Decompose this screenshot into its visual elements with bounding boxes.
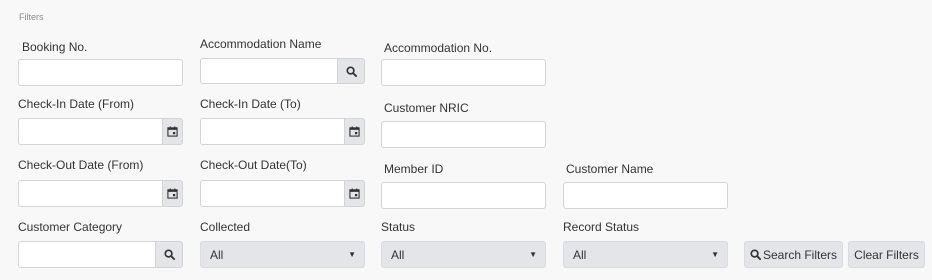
member-id-input[interactable] [382,183,545,208]
booking-no-input[interactable] [19,60,182,85]
booking-no-label: Booking No. [22,40,88,54]
calendar-icon [349,126,360,137]
customer-category-input[interactable] [19,242,155,267]
record-status-select[interactable]: All ▼ [563,241,728,268]
search-icon [345,65,357,77]
checkout-from-field[interactable] [18,180,162,207]
clear-filters-label: Clear Filters [854,247,919,262]
accommodation-name-field[interactable] [200,58,337,84]
search-icon [163,249,175,260]
clear-filters-button[interactable]: Clear Filters [848,241,925,268]
customer-category-field[interactable] [18,241,155,268]
caret-down-icon: ▼ [348,250,356,259]
checkin-to-group [200,118,365,145]
checkin-to-input[interactable] [201,119,344,144]
search-filters-button[interactable]: Search Filters [744,241,843,268]
accommodation-name-input[interactable] [201,59,337,83]
checkin-from-field[interactable] [18,118,162,145]
checkin-to-label: Check-In Date (To) [200,97,301,111]
accommodation-name-search-button[interactable] [337,58,365,84]
status-selected-value: All [391,247,405,262]
checkout-from-input[interactable] [19,181,162,206]
accommodation-name-group [200,58,365,84]
filters-title: Filters [19,12,44,22]
calendar-icon [167,188,178,199]
member-id-field[interactable] [381,182,546,209]
accommodation-name-label: Accommodation Name [200,37,322,51]
customer-nric-input[interactable] [382,122,545,147]
calendar-icon [349,188,360,199]
checkin-from-group [18,118,183,145]
customer-nric-label: Customer NRIC [384,101,469,115]
checkout-to-field[interactable] [200,180,344,207]
caret-down-icon: ▼ [711,250,719,259]
checkin-to-calendar-button[interactable] [344,118,365,145]
customer-category-label: Customer Category [18,220,123,234]
accommodation-no-field[interactable] [381,59,546,86]
record-status-label: Record Status [563,220,640,234]
member-id-label: Member ID [384,162,444,176]
booking-no-field[interactable] [18,59,183,86]
caret-down-icon: ▼ [529,250,537,259]
checkin-to-field[interactable] [200,118,344,145]
calendar-icon [167,126,178,137]
collected-select[interactable]: All ▼ [200,241,365,268]
customer-name-input[interactable] [564,183,727,208]
status-label: Status [381,220,416,234]
checkout-from-calendar-button[interactable] [162,180,183,207]
checkout-from-group [18,180,183,207]
customer-category-search-button[interactable] [155,241,183,268]
customer-nric-field[interactable] [381,121,546,148]
checkout-to-calendar-button[interactable] [344,180,365,207]
record-status-selected-value: All [573,247,587,262]
checkin-from-label: Check-In Date (From) [18,97,135,111]
accommodation-no-label: Accommodation No. [384,41,493,55]
checkin-from-input[interactable] [19,119,162,144]
accommodation-no-input[interactable] [382,60,545,85]
search-filters-label: Search Filters [762,247,838,262]
status-select[interactable]: All ▼ [381,241,546,268]
checkout-to-label: Check-Out Date(To) [200,158,307,172]
checkout-from-label: Check-Out Date (From) [18,158,144,172]
checkin-from-calendar-button[interactable] [162,118,183,145]
collected-label: Collected [200,220,251,234]
customer-category-group [18,241,183,268]
collected-selected-value: All [210,247,224,262]
search-icon [750,249,761,260]
checkout-to-group [200,180,365,207]
customer-name-field[interactable] [563,182,728,209]
customer-name-label: Customer Name [566,162,654,176]
checkout-to-input[interactable] [201,181,344,206]
